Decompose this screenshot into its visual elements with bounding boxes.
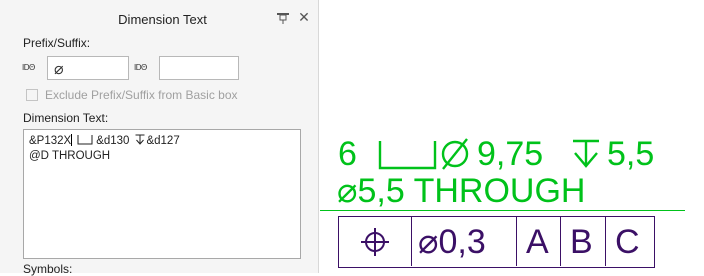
- datum-b: B: [570, 223, 593, 261]
- text-caret: [71, 134, 73, 146]
- prefix-suffix-label: Prefix/Suffix:: [23, 36, 91, 50]
- leader-line: [320, 210, 685, 211]
- close-icon[interactable]: ✕: [297, 9, 311, 25]
- diameter-value[interactable]: 9,75: [477, 137, 543, 171]
- depth-value[interactable]: 5,5: [607, 137, 654, 171]
- pin-icon[interactable]: [275, 11, 291, 25]
- datum-c: C: [615, 223, 640, 261]
- dimension-text-token-1: &P132X: [29, 135, 72, 147]
- dimension-text-label: Dimension Text:: [23, 111, 109, 125]
- dimension-text-token-2: &d130: [96, 135, 130, 147]
- fcf-cell-datum-b: B: [561, 217, 606, 266]
- suffix-input[interactable]: [159, 56, 239, 80]
- datum-a: A: [526, 223, 549, 261]
- symbols-label: Symbols:: [23, 262, 73, 276]
- exclude-prefix-suffix-label: Exclude Prefix/Suffix from Basic box: [45, 88, 238, 102]
- prefix-field-icon: IDΘ: [22, 63, 35, 72]
- prefix-input[interactable]: ⌀: [47, 56, 129, 80]
- dialog-header: Dimension Text ✕: [0, 0, 318, 36]
- dimension-text-dialog: Dimension Text ✕ Prefix/Suffix: IDΘ ⌀ ID…: [0, 0, 319, 276]
- fcf-cell-datum-c: C: [606, 217, 653, 266]
- counterbore-symbol: [77, 135, 93, 145]
- fcf-cell-position: [339, 217, 412, 266]
- feature-control-frame[interactable]: ⌀0,3 A B C: [338, 216, 655, 268]
- hole-count[interactable]: 6: [338, 137, 357, 171]
- suffix-field-icon: IDΘ: [134, 63, 147, 72]
- dimension-text-line-2: @D THROUGH: [29, 150, 111, 162]
- dimension-text-line-1: &P132X &d130 &d127: [29, 134, 180, 147]
- depth-symbol-large: [573, 139, 599, 168]
- counterbore-symbol-large: [378, 141, 437, 170]
- fcf-cell-datum-a: A: [517, 217, 561, 266]
- drawing-area: 6 9,75 5,5 ⌀5,5 THROUGH ⌀0,3 A B C: [320, 0, 704, 273]
- fcf-tolerance-value: ⌀0,3: [418, 223, 486, 261]
- fcf-cell-tolerance: ⌀0,3: [412, 217, 517, 266]
- dimension-text-area[interactable]: &P132X &d130 &d127 @D THROUGH: [23, 129, 301, 259]
- prefix-value: ⌀: [54, 61, 64, 78]
- diameter-symbol-1: [441, 138, 469, 170]
- through-text[interactable]: ⌀5,5 THROUGH: [337, 174, 585, 208]
- position-tolerance-icon: [361, 228, 389, 256]
- dimension-text-token-3: &d127: [146, 135, 180, 147]
- exclude-prefix-suffix-checkbox[interactable]: [26, 89, 38, 101]
- depth-symbol: [135, 134, 145, 145]
